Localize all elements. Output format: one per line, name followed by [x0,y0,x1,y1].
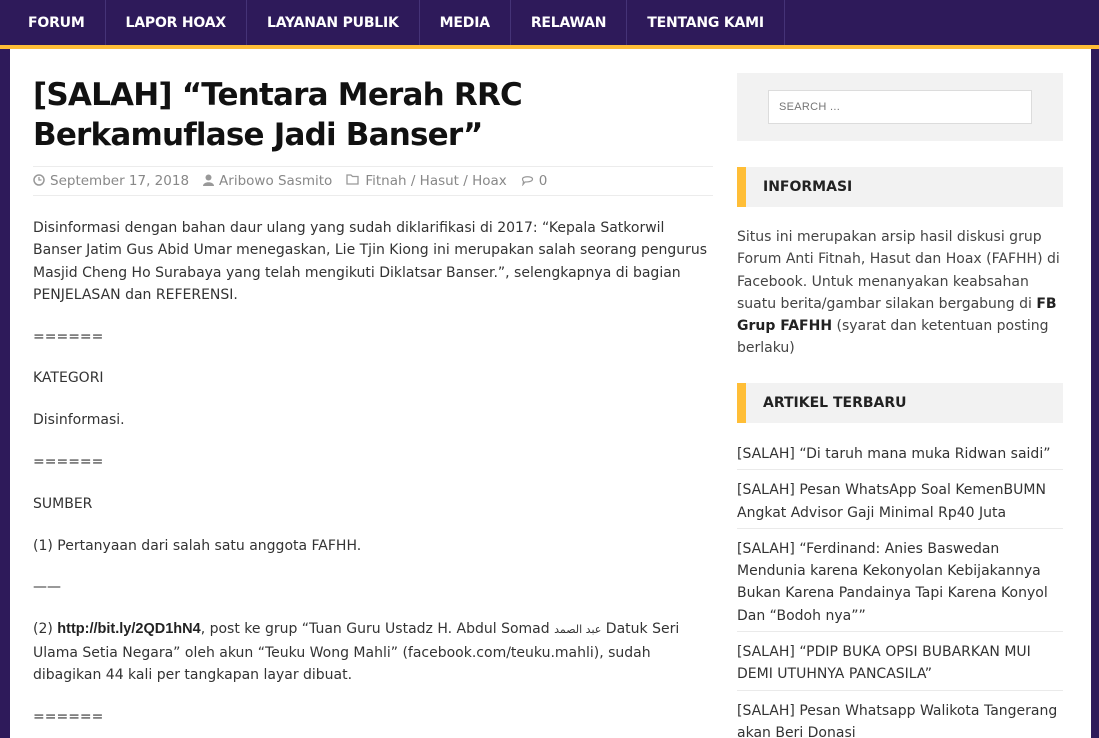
post-content: Disinformasi dengan bahan daur ulang yan… [33,217,713,738]
recent-article-link[interactable]: [SALAH] “PDIP BUKA OPSI BUBARKAN MUI DEM… [737,638,1063,691]
source-2-link[interactable]: http://bit.ly/2QD1hN4 [57,621,200,637]
post-comments-count[interactable]: 0 [539,173,548,189]
source-2-arabic: عبد الصمد [554,623,602,637]
page-wrapper: [SALAH] “Tentara Merah RRC Berkamuflase … [10,49,1091,738]
info-text-part1: Situs ini merupakan arsip hasil diskusi … [737,229,1060,312]
post-title: [SALAH] “Tentara Merah RRC Berkamuflase … [33,77,523,153]
informasi-widget-title: INFORMASI [737,167,1063,207]
recent-article-link[interactable]: [SALAH] “Di taruh mana muka Ridwan saidi… [737,440,1063,471]
post-author-text[interactable]: Aribowo Sasmito [219,173,332,189]
recent-article-link[interactable]: [SALAH] Pesan Whatsapp Walikota Tangeran… [737,697,1063,738]
post-category-text[interactable]: Fitnah / Hasut / Hoax [365,173,506,189]
nav-layanan-publik[interactable]: LAYANAN PUBLIK [247,0,420,45]
nav-tentang-kami[interactable]: TENTANG KAMI [627,0,785,45]
artikel-terbaru-widget-title: ARTIKEL TERBARU [737,383,1063,423]
source-2-prefix: (2) [33,621,58,638]
kategori-value: Disinformasi. [33,412,125,429]
clock-icon [33,173,45,189]
post-author[interactable]: Aribowo Sasmito [203,173,332,189]
comment-icon [521,174,534,189]
recent-articles-list: [SALAH] “Di taruh mana muka Ridwan saidi… [737,440,1063,738]
nav-forum[interactable]: FORUM [0,0,106,45]
post-date-text: September 17, 2018 [50,173,190,189]
search-widget [737,73,1063,141]
source-2-mid: , post ke grup “Tuan Guru Ustadz H. Abdu… [200,621,555,638]
post-category[interactable]: Fitnah / Hasut / Hoax [346,173,507,189]
informasi-text: Situs ini merupakan arsip hasil diskusi … [737,226,1063,360]
intro-paragraph: Disinformasi dengan bahan daur ulang yan… [33,220,708,303]
user-icon [203,174,215,189]
folder-icon [346,174,360,188]
nav-lapor-hoax[interactable]: LAPOR HOAX [106,0,247,45]
nav-media[interactable]: MEDIA [420,0,511,45]
dash-separator: —— [33,579,61,596]
kategori-heading: KATEGORI [33,370,104,387]
recent-article-link[interactable]: [SALAH] Pesan WhatsApp Soal KemenBUMN An… [737,476,1063,529]
recent-article-link[interactable]: [SALAH] “Ferdinand: Anies Baswedan Mendu… [737,535,1063,633]
search-input[interactable] [768,90,1032,124]
post-meta: September 17, 2018 Aribowo Sasmito Fitna… [33,166,713,196]
post-date: September 17, 2018 [33,173,189,189]
nav-relawan[interactable]: RELAWAN [511,0,628,45]
sumber-heading: SUMBER [33,495,93,512]
separator: ====== [33,328,104,345]
top-navigation: FORUM LAPOR HOAX LAYANAN PUBLIK MEDIA RE… [0,0,1099,45]
separator: ====== [33,454,104,471]
post-comments[interactable]: 0 [521,173,548,189]
source-2: (2) http://bit.ly/2QD1hN4, post ke grup … [33,618,713,686]
source-1: (1) Pertanyaan dari salah satu anggota F… [33,537,362,554]
separator: ====== [33,708,104,725]
